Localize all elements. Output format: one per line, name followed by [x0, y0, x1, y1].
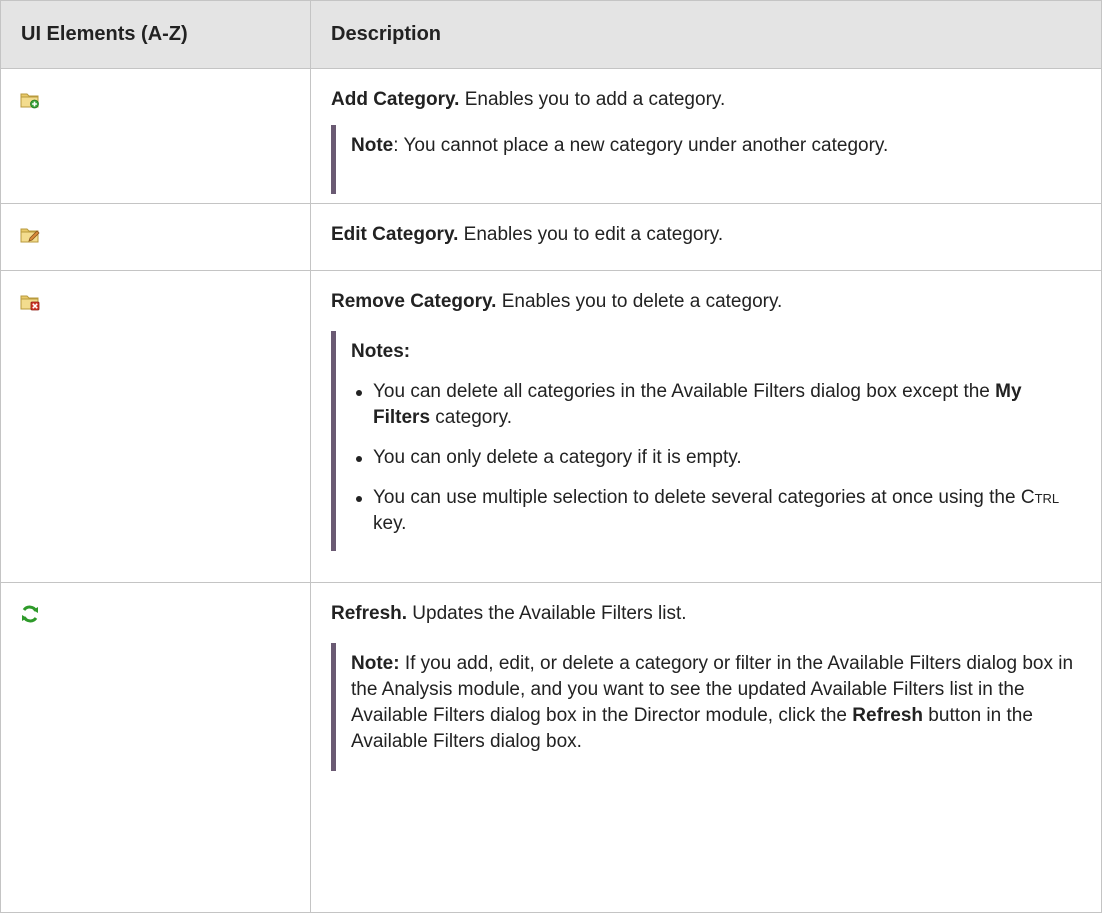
table-row: Remove Category. Enables you to delete a…	[0, 270, 1102, 583]
note-block: Note: You cannot place a new category un…	[331, 125, 1077, 194]
folder-remove-icon	[20, 293, 40, 311]
description-cell: Add Category. Enables you to add a categ…	[310, 68, 1102, 204]
ui-elements-table: UI Elements (A-Z) Description Add Catego…	[0, 0, 1102, 913]
column-header-description: Description	[310, 0, 1102, 69]
folder-edit-icon	[20, 226, 40, 244]
list-item-text: You can delete all categories in the Ava…	[373, 381, 996, 402]
list-item-text: key.	[373, 513, 407, 534]
refresh-icon	[20, 605, 40, 623]
note-block: Note: If you add, edit, or delete a cate…	[331, 643, 1077, 771]
table-row: Refresh. Updates the Available Filters l…	[0, 582, 1102, 913]
list-item: You can delete all categories in the Ava…	[351, 379, 1077, 431]
note-text: : You cannot place a new category under …	[393, 135, 889, 156]
note-list: You can delete all categories in the Ava…	[351, 379, 1077, 537]
list-item: You can only delete a category if it is …	[351, 445, 1077, 471]
note-label: Notes:	[351, 341, 411, 362]
key-name: Ctrl	[1020, 487, 1060, 508]
icon-cell	[0, 68, 311, 204]
table-header-row: UI Elements (A-Z) Description	[0, 0, 1102, 69]
note-bold: Refresh	[852, 705, 924, 726]
table-row: Add Category. Enables you to add a categ…	[0, 68, 1102, 204]
icon-cell	[0, 270, 311, 583]
element-title: Refresh.	[331, 603, 408, 624]
description-cell: Remove Category. Enables you to delete a…	[310, 270, 1102, 583]
element-description: Enables you to delete a category.	[496, 291, 783, 312]
table-row: Edit Category. Enables you to edit a cat…	[0, 203, 1102, 271]
icon-cell	[0, 582, 311, 913]
note-label: Note	[351, 135, 394, 156]
list-item: You can use multiple selection to delete…	[351, 485, 1077, 537]
column-header-ui-elements: UI Elements (A-Z)	[0, 0, 311, 69]
description-cell: Refresh. Updates the Available Filters l…	[310, 582, 1102, 913]
folder-add-icon	[20, 91, 40, 109]
list-item-text: category.	[430, 407, 513, 428]
element-title: Add Category.	[331, 89, 460, 110]
element-description: Enables you to add a category.	[459, 89, 726, 110]
note-label: Note:	[351, 653, 400, 674]
list-item-text: You can use multiple selection to delete…	[373, 487, 1021, 508]
description-cell: Edit Category. Enables you to edit a cat…	[310, 203, 1102, 271]
element-title: Remove Category.	[331, 291, 497, 312]
icon-cell	[0, 203, 311, 271]
list-item-text: You can only delete a category if it is …	[373, 447, 742, 468]
note-block: Notes: You can delete all categories in …	[331, 331, 1077, 551]
element-description: Enables you to edit a category.	[458, 224, 724, 245]
element-title: Edit Category.	[331, 224, 459, 245]
element-description: Updates the Available Filters list.	[407, 603, 687, 624]
